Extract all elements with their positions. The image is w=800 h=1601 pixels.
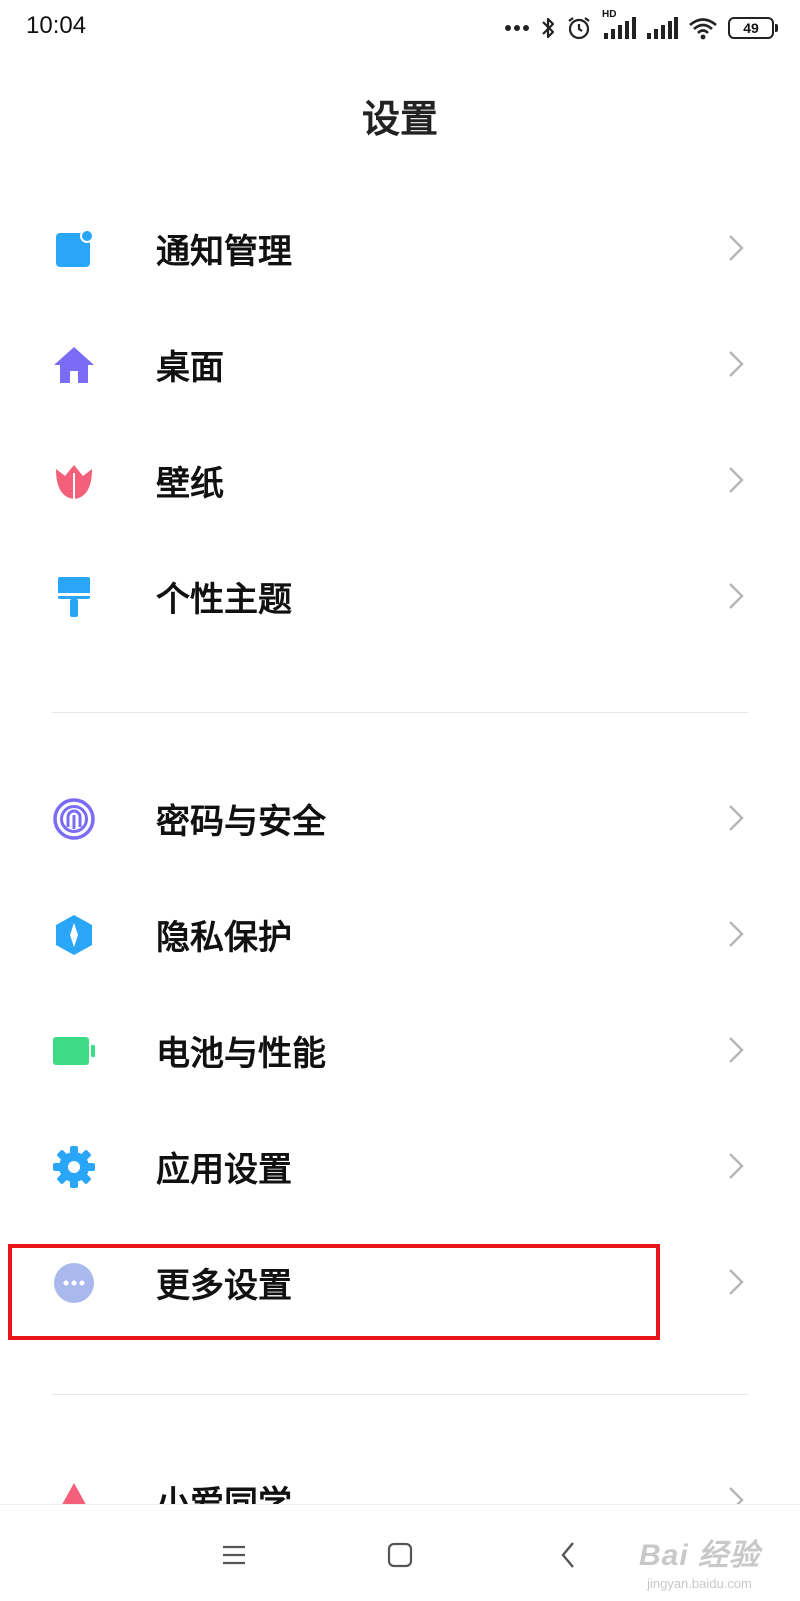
settings-item-themes[interactable]: 个性主题 (0, 538, 800, 654)
settings-item-desktop[interactable]: 桌面 (0, 306, 800, 422)
notification-icon (56, 229, 94, 267)
settings-item-label: 隐私保护 (156, 918, 292, 958)
watermark-logo: Bai 经验 jingyan.baidu.com (639, 1530, 760, 1591)
settings-item-app-settings[interactable]: 应用设置 (0, 1108, 800, 1224)
home-icon (54, 347, 94, 383)
battery-level: 49 (743, 20, 759, 36)
brush-icon (58, 577, 90, 617)
chevron-right-icon (729, 235, 744, 261)
chevron-right-icon (729, 921, 744, 947)
tulip-icon (56, 465, 92, 499)
more-notifications-icon (505, 25, 529, 31)
page-title: 设置 (361, 97, 438, 141)
wifi-icon (689, 18, 717, 40)
section-divider (52, 712, 748, 713)
chevron-right-icon (729, 1037, 744, 1063)
privacy-shield-icon (56, 915, 92, 955)
alarm-icon (568, 17, 590, 40)
status-bar: 10:04 HD 49 (0, 0, 800, 56)
menu-icon (223, 1545, 245, 1565)
settings-item-privacy[interactable]: 隐私保护 (0, 876, 800, 992)
highlight-annotation-box (8, 1244, 660, 1340)
back-button[interactable] (548, 1535, 588, 1575)
settings-item-notifications[interactable]: 通知管理 (0, 190, 800, 306)
chevron-right-icon (729, 467, 744, 493)
chevron-right-icon (729, 583, 744, 609)
settings-item-label: 应用设置 (156, 1150, 292, 1190)
menu-button[interactable] (214, 1535, 254, 1575)
settings-item-wallpaper[interactable]: 壁纸 (0, 422, 800, 538)
signal-hd-icon: HD (602, 9, 636, 41)
back-icon (561, 1542, 574, 1568)
gear-icon (53, 1146, 95, 1188)
section-divider (52, 1394, 748, 1395)
status-time: 10:04 (26, 12, 87, 39)
watermark-sub: jingyan.baidu.com (647, 1576, 752, 1591)
settings-item-label: 电池与性能 (156, 1034, 326, 1074)
settings-item-battery-performance[interactable]: 电池与性能 (0, 992, 800, 1108)
chevron-right-icon (729, 805, 744, 831)
status-icons: HD 49 (504, 9, 778, 44)
battery-icon: 49 (728, 17, 778, 39)
home-square-icon (387, 1542, 413, 1568)
settings-item-label: 桌面 (156, 348, 224, 388)
chevron-right-icon (729, 351, 744, 377)
battery-icon (53, 1037, 95, 1065)
bluetooth-icon (542, 17, 555, 39)
chevron-right-icon (729, 1269, 744, 1295)
settings-item-label: 密码与安全 (156, 802, 326, 842)
signal-icon (647, 17, 678, 39)
watermark-main: Bai 经验 (638, 1539, 760, 1572)
settings-item-password-security[interactable]: 密码与安全 (0, 760, 800, 876)
chevron-right-icon (729, 1153, 744, 1179)
home-button[interactable] (380, 1535, 420, 1575)
settings-item-label: 壁纸 (156, 464, 224, 504)
fingerprint-icon (53, 798, 95, 840)
settings-item-label: 个性主题 (156, 580, 292, 620)
settings-item-label: 通知管理 (156, 232, 292, 272)
